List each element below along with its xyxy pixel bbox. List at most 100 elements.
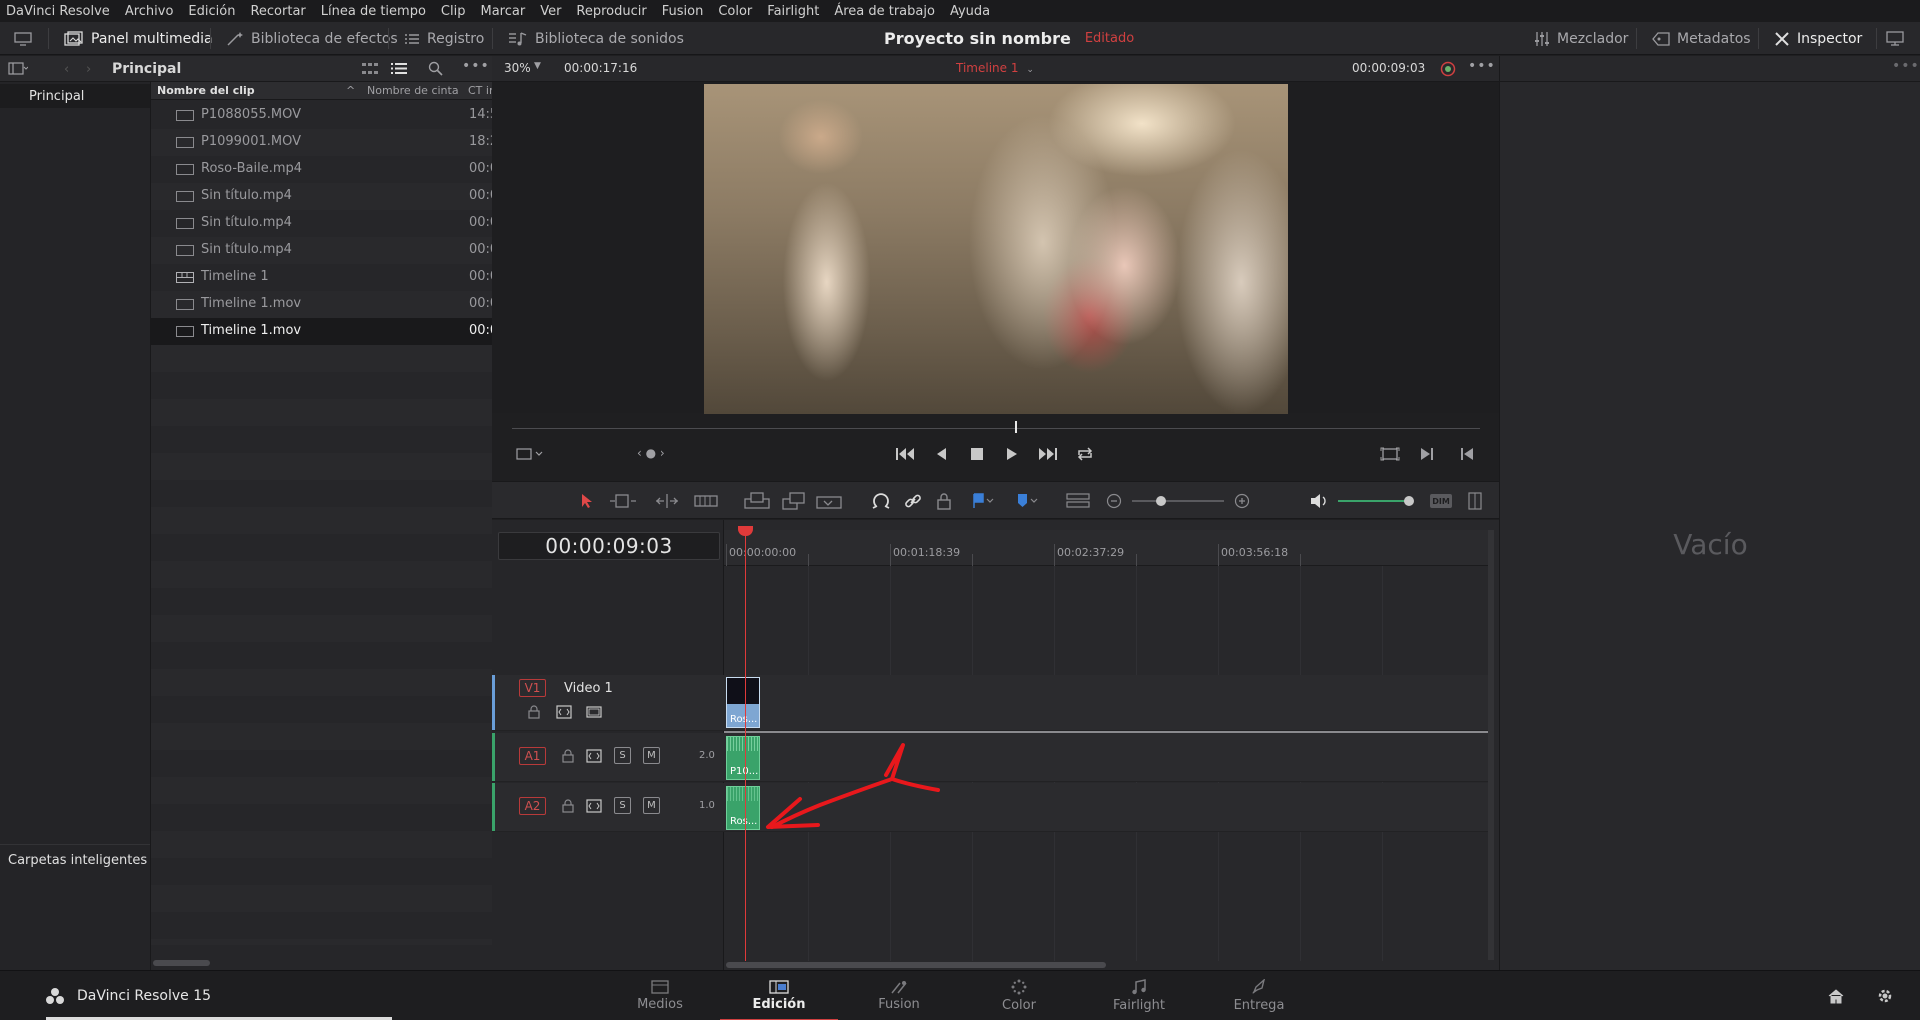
page-tab-edit[interactable]: Edición xyxy=(720,971,838,1020)
audio-clip-a1[interactable]: P10... xyxy=(726,736,760,780)
track-tag-v1[interactable]: V1 xyxy=(519,679,546,697)
zoom-out-icon[interactable] xyxy=(1106,493,1122,509)
track-row-v1[interactable] xyxy=(724,675,1490,731)
clip-row[interactable]: Timeline 1 00:0 xyxy=(151,264,492,291)
insert-clip-icon[interactable] xyxy=(744,492,770,510)
menu-fusion[interactable]: Fusion xyxy=(662,4,704,19)
jog-control-icon[interactable]: ‹ ● › xyxy=(637,446,665,460)
viewer-canvas[interactable] xyxy=(492,82,1499,414)
zoom-slider-knob[interactable] xyxy=(1156,496,1166,506)
clip-row[interactable]: Timeline 1.mov 00:0 xyxy=(151,291,492,318)
list-view-icon[interactable] xyxy=(391,62,407,75)
speaker-icon[interactable] xyxy=(1310,493,1328,509)
solo-button-a1[interactable]: S xyxy=(614,747,631,764)
blade-tool-icon[interactable] xyxy=(694,493,718,509)
viewer-scrubber[interactable] xyxy=(512,428,1480,429)
zoom-level[interactable]: 30% xyxy=(504,61,531,75)
menu-ayuda[interactable]: Ayuda xyxy=(950,4,990,19)
more-options-icon[interactable]: ••• xyxy=(1892,58,1920,74)
edit-index-button[interactable]: Registro xyxy=(404,22,484,55)
overwrite-clip-icon[interactable] xyxy=(782,492,806,510)
snapping-icon[interactable] xyxy=(872,492,890,510)
timeline-view-options-icon[interactable] xyxy=(1066,493,1090,509)
linked-selection-icon[interactable] xyxy=(904,492,922,510)
color-wheel-icon[interactable] xyxy=(1440,61,1456,77)
fullscreen-layout-button[interactable] xyxy=(1886,22,1904,55)
disable-video-track-icon[interactable] xyxy=(586,705,602,719)
solo-button-a2[interactable]: S xyxy=(614,797,631,814)
marker-blue-icon[interactable] xyxy=(1016,493,1040,509)
media-pool-scrollbar[interactable] xyxy=(153,960,210,966)
menu-fairlight[interactable]: Fairlight xyxy=(767,4,819,19)
column-timecode[interactable]: CT ir xyxy=(468,84,493,97)
clip-row[interactable]: Sin título.mp4 00:0 xyxy=(151,183,492,210)
settings-gear-icon[interactable] xyxy=(1876,987,1894,1005)
clip-row[interactable]: Sin título.mp4 00:0 xyxy=(151,237,492,264)
media-pool-button[interactable]: Panel multimedia xyxy=(64,22,213,55)
viewer-mode-icon[interactable] xyxy=(516,447,546,461)
loop-icon[interactable] xyxy=(1076,446,1094,462)
effects-library-button[interactable]: Biblioteca de efectos xyxy=(226,22,398,55)
audio-meter-icon[interactable] xyxy=(1468,492,1482,510)
menu-area-de-trabajo[interactable]: Área de trabajo xyxy=(834,4,935,19)
auto-select-icon[interactable] xyxy=(586,749,602,763)
selection-arrow-icon[interactable] xyxy=(580,493,594,509)
bin-item-principal[interactable]: Principal xyxy=(0,84,150,108)
lock-track-icon[interactable] xyxy=(562,799,574,813)
thumbnail-view-icon[interactable] xyxy=(362,63,378,75)
chevron-down-icon[interactable]: ▼ xyxy=(534,61,541,71)
lock-track-icon[interactable] xyxy=(528,705,540,719)
menu-marcar[interactable]: Marcar xyxy=(480,4,525,19)
clip-row[interactable]: Roso-Baile.mp4 00:0 xyxy=(151,156,492,183)
sound-library-button[interactable]: Biblioteca de sonidos xyxy=(508,22,684,55)
dim-button[interactable]: DIM xyxy=(1430,494,1452,508)
timeline-horizontal-scrollbar[interactable] xyxy=(726,962,1106,968)
timeline-name-dropdown[interactable]: Timeline 1 ⌄ xyxy=(956,61,1034,75)
smart-bins-section[interactable]: Carpetas inteligentes xyxy=(0,844,150,868)
timeline-playhead[interactable] xyxy=(745,529,746,961)
clip-row[interactable]: P1088055.MOV 14:5 xyxy=(151,102,492,129)
replace-clip-icon[interactable] xyxy=(816,492,844,510)
workspace-layout-button[interactable] xyxy=(14,22,32,55)
forward-arrow-icon[interactable]: › xyxy=(86,62,91,77)
match-frame-icon[interactable] xyxy=(1380,447,1400,461)
search-icon[interactable] xyxy=(428,61,443,76)
timeline-ruler[interactable]: 00:00:00:00 00:01:18:39 00:02:37:29 00:0… xyxy=(724,530,1490,566)
clip-row[interactable]: Sin título.mp4 00:0 xyxy=(151,210,492,237)
mixer-button[interactable]: Mezclador xyxy=(1534,22,1628,55)
timeline-timecode[interactable]: 00:00:09:03 xyxy=(498,532,720,560)
menu-ver[interactable]: Ver xyxy=(540,4,561,19)
menu-color[interactable]: Color xyxy=(718,4,752,19)
sidebar-toggle-icon[interactable] xyxy=(8,62,28,76)
more-options-icon[interactable]: ••• xyxy=(1468,58,1496,74)
trim-mode-icon[interactable] xyxy=(608,493,638,509)
video-clip[interactable]: Ros... xyxy=(726,677,760,728)
column-tape-name[interactable]: Nombre de cinta xyxy=(367,84,459,97)
auto-select-icon[interactable] xyxy=(586,799,602,813)
lock-track-icon[interactable] xyxy=(562,749,574,763)
track-header-a2[interactable]: A2 S M 1.0 xyxy=(492,783,724,832)
page-tab-color[interactable]: Color xyxy=(960,971,1078,1020)
mute-button-a1[interactable]: M xyxy=(643,747,660,764)
back-arrow-icon[interactable]: ‹ xyxy=(64,62,69,77)
next-edit-icon[interactable] xyxy=(1420,447,1434,461)
page-tab-deliver[interactable]: Entrega xyxy=(1200,971,1318,1020)
play-icon[interactable] xyxy=(1006,447,1018,461)
dynamic-trim-icon[interactable] xyxy=(654,493,680,509)
menu-linea-de-tiempo[interactable]: Línea de tiempo xyxy=(321,4,426,19)
more-options-icon[interactable]: ••• xyxy=(462,58,490,74)
clip-row[interactable]: Timeline 1.mov 00:0 xyxy=(151,318,492,345)
track-header-a1[interactable]: A1 S M 2.0 xyxy=(492,733,724,782)
menu-recortar[interactable]: Recortar xyxy=(250,4,305,19)
auto-select-icon[interactable] xyxy=(556,705,572,719)
menu-davinci-resolve[interactable]: DaVinci Resolve xyxy=(6,4,110,19)
menu-reproducir[interactable]: Reproducir xyxy=(576,4,646,19)
track-tag-a1[interactable]: A1 xyxy=(519,747,546,765)
audio-clip-a2[interactable]: Ros... xyxy=(726,786,760,830)
track-tag-a2[interactable]: A2 xyxy=(519,797,546,815)
page-tab-fusion[interactable]: Fusion xyxy=(840,971,958,1020)
go-to-end-icon[interactable] xyxy=(1038,447,1058,461)
column-clip-name[interactable]: Nombre del clip xyxy=(157,84,255,97)
home-icon[interactable] xyxy=(1828,988,1844,1004)
flag-blue-icon[interactable] xyxy=(972,493,996,509)
